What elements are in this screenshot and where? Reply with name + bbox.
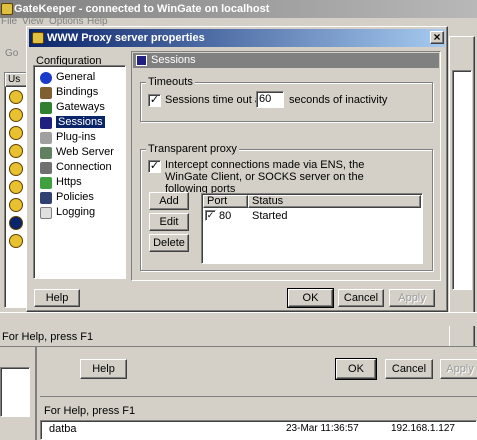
add-port-button[interactable]: Add bbox=[149, 192, 189, 210]
timeout-checkbox[interactable]: ✓ bbox=[148, 94, 161, 107]
connection-icon bbox=[40, 162, 52, 174]
policies-icon bbox=[40, 192, 52, 204]
apply-button[interactable]: Apply bbox=[389, 289, 435, 307]
user-icon bbox=[9, 126, 23, 140]
panel-header-title: Sessions bbox=[151, 54, 196, 66]
panel-header: Sessions bbox=[133, 53, 439, 68]
nav-connection-label: Connection bbox=[56, 161, 112, 173]
nav-https-label: Https bbox=[56, 176, 82, 188]
dialog-title: WWW Proxy server properties bbox=[47, 32, 205, 44]
transparent-proxy-group-label: Transparent proxy bbox=[146, 143, 239, 155]
lower-activity-list: datba 23-Mar 11:36:57 192.168.1.127 bbox=[40, 420, 477, 440]
user-icon bbox=[9, 162, 23, 176]
nav-connection[interactable]: Connection bbox=[38, 160, 112, 175]
https-icon bbox=[40, 177, 52, 189]
user-icon bbox=[9, 108, 23, 122]
port-status: Started bbox=[252, 210, 288, 222]
nav-general[interactable]: General bbox=[38, 70, 95, 85]
right-list-edge bbox=[452, 70, 472, 290]
user-icon bbox=[9, 234, 23, 248]
menu-file[interactable]: File bbox=[1, 16, 17, 27]
sessions-panel: Sessions Timeouts ✓ Sessions time out af… bbox=[131, 51, 441, 281]
ok-button[interactable]: OK bbox=[287, 288, 334, 308]
nav-https[interactable]: Https bbox=[38, 175, 82, 190]
timeout-seconds-input[interactable]: 60 bbox=[256, 91, 284, 108]
edit-port-button[interactable]: Edit bbox=[149, 213, 189, 231]
port-row[interactable]: ✓ 80 Started bbox=[204, 209, 420, 223]
nav-sessions[interactable]: Sessions bbox=[38, 115, 105, 130]
nav-logging-label: Logging bbox=[56, 206, 96, 218]
nav-logging[interactable]: Logging bbox=[38, 205, 95, 220]
lower-left-list bbox=[0, 367, 30, 417]
timeout-label-after: seconds of inactivity bbox=[289, 94, 388, 106]
nav-gateways-label: Gateways bbox=[56, 101, 105, 113]
nav-gateways[interactable]: Gateways bbox=[38, 100, 105, 115]
nav-plugins[interactable]: Plug-ins bbox=[38, 130, 96, 145]
activity-time: 23-Mar 11:36:57 bbox=[286, 423, 359, 434]
intercept-checkbox[interactable]: ✓ bbox=[148, 160, 161, 173]
nav-sessions-label: Sessions bbox=[56, 116, 105, 128]
lower-apply-button[interactable]: Apply bbox=[440, 359, 477, 379]
port-row-checkbox[interactable]: ✓ bbox=[205, 210, 216, 221]
configuration-tree: General Bindings Gateways Sessions Plug-… bbox=[33, 65, 126, 279]
nav-general-label: General bbox=[56, 71, 96, 83]
status-bar: For Help, press F1 bbox=[2, 331, 94, 343]
bindings-icon bbox=[40, 87, 52, 99]
cancel-button[interactable]: Cancel bbox=[338, 289, 384, 307]
gatekeeper-icon bbox=[1, 3, 13, 15]
user-icon-selected bbox=[9, 216, 23, 230]
nav-web-server[interactable]: Web Server bbox=[38, 145, 114, 160]
dialog-icon bbox=[32, 32, 44, 44]
nav-bindings-label: Bindings bbox=[56, 86, 99, 98]
www-proxy-dialog: WWW Proxy server properties × Configurat… bbox=[26, 26, 448, 312]
user-icon bbox=[9, 90, 23, 104]
taskbar-strip bbox=[0, 312, 477, 326]
nav-policies[interactable]: Policies bbox=[38, 190, 94, 205]
gateways-icon bbox=[40, 102, 52, 114]
port-value: 80 bbox=[219, 210, 232, 222]
gatekeeper-title: GateKeeper - connected to WinGate on loc… bbox=[14, 3, 270, 15]
plugins-icon bbox=[40, 132, 52, 144]
lower-status-bar: For Help, press F1 bbox=[44, 405, 136, 417]
activity-ip: 192.168.1.127 bbox=[391, 423, 455, 434]
info-icon bbox=[40, 72, 52, 84]
dialog-titlebar[interactable]: WWW Proxy server properties bbox=[29, 29, 445, 47]
close-icon: × bbox=[433, 30, 441, 44]
close-button[interactable]: × bbox=[430, 31, 444, 44]
user-icon bbox=[9, 198, 23, 212]
toolbar-go-label[interactable]: Go bbox=[5, 48, 18, 59]
sessions-icon bbox=[40, 117, 52, 129]
nav-plugins-label: Plug-ins bbox=[56, 131, 96, 143]
lower-window: Help OK Cancel Apply For Help, press F1 … bbox=[0, 346, 477, 440]
logging-icon bbox=[40, 207, 52, 219]
lower-divider bbox=[35, 347, 37, 440]
lower-ok-button[interactable]: OK bbox=[335, 358, 377, 380]
nav-web-server-label: Web Server bbox=[56, 146, 114, 158]
user-list-header[interactable]: Us bbox=[5, 73, 28, 87]
intercept-label: Intercept connections made via ENS, the … bbox=[165, 159, 365, 195]
sessions-header-icon bbox=[136, 55, 147, 66]
timeouts-group-label: Timeouts bbox=[146, 76, 195, 88]
ports-list: Port Status ✓ 80 Started bbox=[201, 193, 423, 264]
help-button[interactable]: Help bbox=[34, 289, 80, 307]
delete-port-button[interactable]: Delete bbox=[149, 234, 189, 252]
nav-bindings[interactable]: Bindings bbox=[38, 85, 98, 100]
port-column-header[interactable]: Port bbox=[203, 195, 248, 208]
lower-toolbar-strip bbox=[40, 383, 477, 397]
status-column-header[interactable]: Status bbox=[248, 195, 421, 208]
lower-cancel-button[interactable]: Cancel bbox=[385, 359, 433, 379]
user-icon bbox=[9, 180, 23, 194]
activity-fragment: datba bbox=[49, 423, 77, 435]
user-icon bbox=[9, 144, 23, 158]
lower-help-button[interactable]: Help bbox=[80, 359, 127, 379]
timeout-seconds-value: 60 bbox=[259, 93, 272, 105]
web-server-icon bbox=[40, 147, 52, 159]
nav-policies-label: Policies bbox=[56, 191, 94, 203]
